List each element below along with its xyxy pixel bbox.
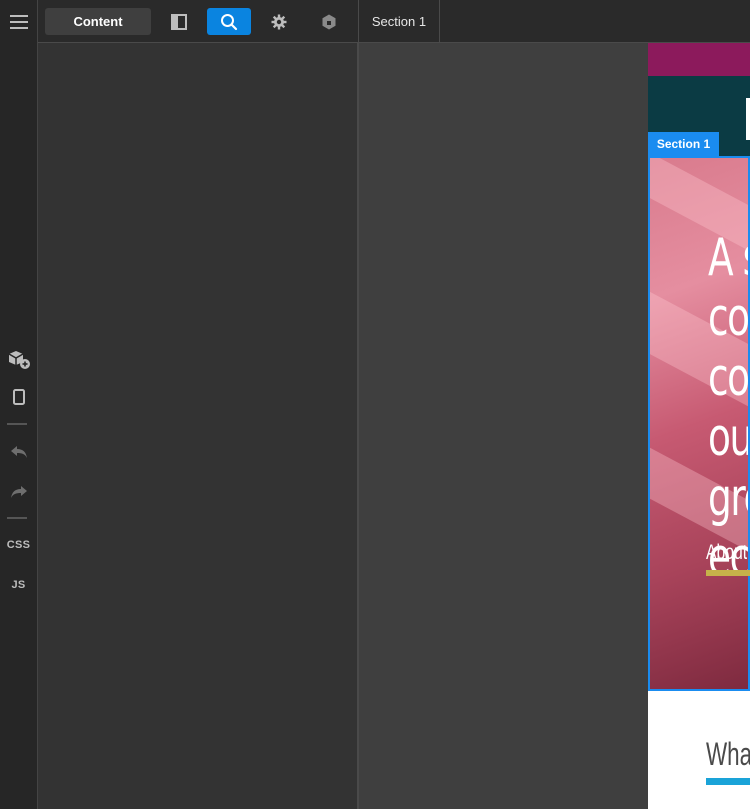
toolbar-divider [439,0,440,42]
menu-icon[interactable] [0,10,37,34]
structure-panel [38,43,359,809]
rail-divider [7,423,27,425]
tab-section-1[interactable]: Section 1 [359,0,439,42]
hero-section[interactable]: A s co co ou gre ec [648,156,750,691]
sidebar-toggle-icon[interactable] [169,8,189,35]
hero-line: co [708,288,749,348]
hero-line: A s [708,228,748,288]
hero-line: co [708,348,749,408]
rail-divider [7,517,27,519]
js-button[interactable]: JS [0,576,37,594]
left-rail: CSS JS [0,0,38,809]
plugin-hex-icon[interactable] [319,8,339,35]
content-button[interactable]: Content [45,8,151,35]
hero-line: ou [708,408,750,468]
canvas-area [359,43,648,809]
page-preview[interactable]: Section 1 A s co co ou gre ec About Wha [648,43,750,809]
redo-icon[interactable] [0,482,37,502]
section-heading: Wha [706,736,750,772]
top-toolbar: Content Section 1 [38,0,750,43]
settings-gear-icon[interactable] [269,8,289,35]
preview-logo [746,98,750,140]
preview-top-strip [648,43,750,76]
hero-line: gre [708,468,748,528]
about-underline [706,570,750,576]
add-block-icon[interactable] [0,347,37,371]
hero-heading: A s co co ou gre ec [708,228,750,588]
css-button[interactable]: CSS [0,536,37,554]
about-link[interactable]: About [706,541,747,565]
heading-underline [706,778,750,785]
undo-icon[interactable] [0,442,37,462]
section-label-badge[interactable]: Section 1 [648,132,719,156]
search-icon[interactable] [207,8,251,35]
device-icon[interactable] [0,387,37,407]
